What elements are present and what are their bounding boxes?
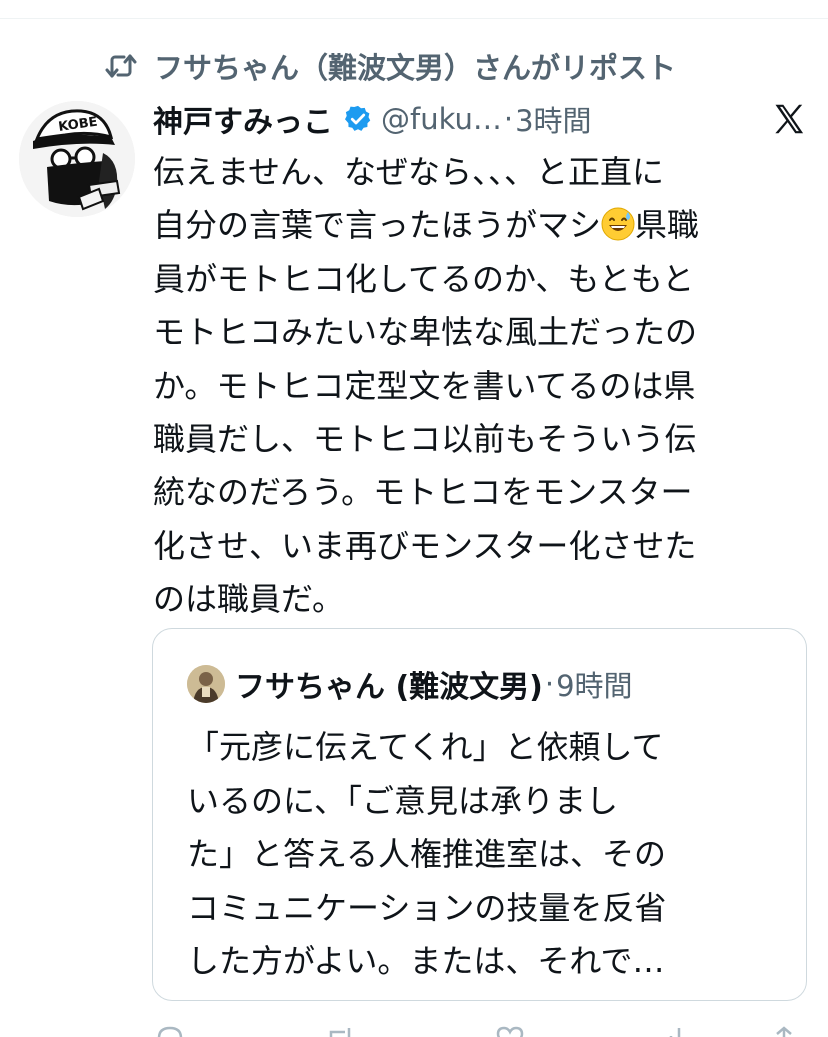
post-text-line: か。モトヒコ定型文を書いてるのは県 (153, 366, 696, 405)
quoted-author-display-name: フサちゃん (難波文男) (235, 670, 543, 705)
x-logo-icon[interactable] (771, 101, 807, 137)
post-text-line: 化させ、いま再びモンスター化させた (153, 526, 697, 565)
post-text-line: 自分の言葉で言ったほうがマシ (153, 206, 602, 245)
separator-dot: · (544, 667, 555, 701)
top-divider (0, 18, 828, 19)
quoted-text-line: 「元彦に伝えてくれ」と依頼して (187, 728, 664, 766)
post-text-line: モトヒコみたいな卑怯な風土だったの (153, 313, 698, 352)
quoted-post-text: 「元彦に伝えてくれ」と依頼して いるのに、「ご意見は承りまし た」と答える人権推… (187, 721, 787, 989)
post-text: 伝えません、なぜなら、、、と正直に 自分の言葉で言ったほうがマシ 県職 員がモトヒ… (153, 146, 803, 627)
author-display-name[interactable]: 神戸すみっこ (153, 97, 333, 141)
quoted-author-avatar (187, 665, 225, 703)
quoted-text-line: いるのに、「ご意見は承りまし (187, 781, 619, 820)
share-icon[interactable] (769, 1026, 799, 1037)
post-text-line: 員がモトヒコ化してるのか、もともと (153, 259, 695, 298)
repost-icon (104, 49, 138, 83)
reply-icon[interactable] (155, 1026, 185, 1037)
repost-context[interactable]: フサちゃん（難波文男）さんがリポスト (104, 44, 676, 88)
post-text-line: のは職員だ。 (153, 580, 345, 619)
post-text-segment: 県職 (635, 206, 700, 245)
author-handle[interactable]: @fuku… (381, 102, 502, 136)
quoted-text-line: コミュニケーションの技量を反省 (187, 888, 667, 927)
post-text-line: 統なのだろう。モトヒコをモンスター (153, 473, 693, 512)
verified-badge-icon (343, 104, 373, 134)
views-icon[interactable] (665, 1026, 695, 1037)
quoted-post-card[interactable]: フサちゃん (難波文男) · 9時間 「元彦に伝えてくれ」と依頼して いるのに、… (152, 628, 807, 1001)
repost-text: フサちゃん（難波文男）さんがリポスト (154, 51, 677, 85)
quoted-text-line: た」と答える人権推進室は、その (187, 835, 667, 873)
quoted-post-header: フサちゃん (難波文男) · 9時間 (187, 663, 633, 705)
author-avatar[interactable]: KOBE (19, 101, 135, 217)
post-text-line: 伝えません、なぜなら、、、と正直に (153, 153, 665, 191)
quoted-text-line: した方がよい。または、それで… (187, 942, 665, 980)
quoted-post-timestamp: 9時間 (556, 669, 633, 703)
post-header: 神戸すみっこ @fuku… · 3時間 (153, 96, 592, 142)
post-text-line: 職員だし、モトヒコ以前もそういう伝 (153, 420, 697, 459)
grinning-face-with-sweat-emoji (601, 204, 635, 241)
post-timestamp[interactable]: 3時間 (515, 98, 591, 140)
like-icon[interactable] (495, 1026, 525, 1037)
separator-dot: · (503, 102, 514, 136)
action-bar (153, 1026, 803, 1037)
repost-action-icon[interactable] (325, 1026, 355, 1037)
